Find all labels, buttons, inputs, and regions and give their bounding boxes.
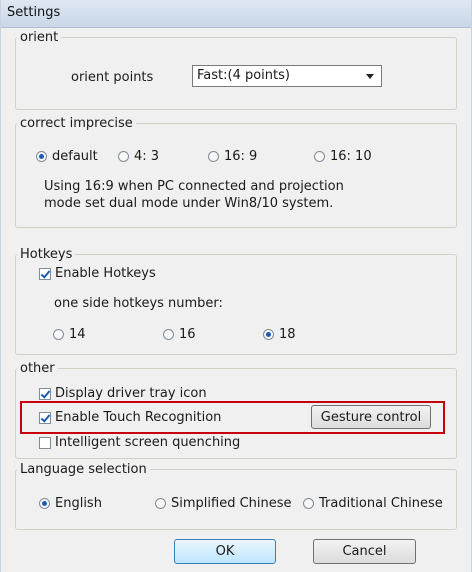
radio-icon — [36, 151, 47, 162]
aspect-radio-16-9[interactable]: 16: 9 — [208, 149, 257, 164]
window-title: Settings — [7, 5, 61, 20]
screen-quenching-checkbox[interactable]: Intelligent screen quenching — [39, 435, 240, 450]
language-radio-english[interactable]: English — [39, 496, 102, 511]
orient-points-label: orient points — [71, 70, 154, 85]
radio-icon — [163, 329, 174, 340]
ok-button[interactable]: OK — [174, 539, 276, 564]
hotkeys-radio-label: 16 — [179, 327, 196, 342]
aspect-radio-label: default — [52, 149, 98, 164]
radio-icon — [118, 151, 129, 162]
other-legend: other — [20, 361, 55, 376]
language-radio-simplified-chinese[interactable]: Simplified Chinese — [155, 496, 292, 511]
touch-recognition-checkbox[interactable]: Enable Touch Recognition — [39, 410, 221, 425]
radio-icon — [208, 151, 219, 162]
checkbox-icon — [39, 267, 51, 280]
tray-icon-checkbox[interactable]: Display driver tray icon — [39, 386, 207, 401]
radio-icon — [39, 498, 50, 509]
checkbox-icon — [39, 436, 51, 449]
screen-quenching-label: Intelligent screen quenching — [55, 435, 241, 450]
hotkeys-radio-label: 14 — [69, 327, 86, 342]
checkbox-icon — [39, 411, 51, 424]
language-radio-label: English — [55, 496, 102, 511]
hotkeys-legend: Hotkeys — [20, 247, 73, 262]
aspect-radio-16-10[interactable]: 16: 10 — [314, 149, 372, 164]
orient-points-value: Fast:(4 points) — [197, 68, 290, 83]
tray-icon-label: Display driver tray icon — [55, 386, 207, 401]
chevron-down-icon — [366, 74, 374, 79]
hotkeys-number-label: one side hotkeys number: — [54, 296, 223, 311]
aspect-radio-label: 4: 3 — [134, 149, 160, 164]
aspect-radio-4-3[interactable]: 4: 3 — [118, 149, 159, 164]
correct-imprecise-group: correct imprecise — [15, 116, 457, 228]
radio-icon — [303, 498, 314, 509]
language-radio-label: Traditional Chinese — [319, 496, 443, 511]
radio-icon — [314, 151, 325, 162]
aspect-note-line1: Using 16:9 when PC connected and project… — [44, 179, 344, 194]
enable-hotkeys-checkbox[interactable]: Enable Hotkeys — [39, 266, 156, 281]
gesture-control-button[interactable]: Gesture control — [311, 405, 431, 429]
language-radio-traditional-chinese[interactable]: Traditional Chinese — [303, 496, 443, 511]
aspect-radio-default[interactable]: default — [36, 149, 98, 164]
checkbox-icon — [39, 387, 51, 400]
hotkeys-radio-label: 18 — [279, 327, 296, 342]
radio-icon — [53, 329, 64, 340]
correct-imprecise-legend: correct imprecise — [20, 116, 133, 131]
hotkeys-radio-18[interactable]: 18 — [263, 327, 296, 342]
aspect-note-line2: mode set dual mode under Win8/10 system. — [44, 196, 334, 211]
radio-icon — [263, 329, 274, 340]
touch-recognition-label: Enable Touch Recognition — [55, 410, 222, 425]
hotkeys-radio-16[interactable]: 16 — [163, 327, 196, 342]
orient-legend: orient — [20, 30, 59, 45]
orient-points-dropdown[interactable]: Fast:(4 points) — [192, 65, 382, 87]
title-bar[interactable]: Settings — [1, 0, 471, 28]
aspect-radio-label: 16: 9 — [224, 149, 258, 164]
enable-hotkeys-label: Enable Hotkeys — [55, 266, 156, 281]
language-legend: Language selection — [20, 462, 147, 477]
radio-icon — [155, 498, 166, 509]
cancel-button[interactable]: Cancel — [313, 539, 416, 564]
language-radio-label: Simplified Chinese — [171, 496, 292, 511]
hotkeys-radio-14[interactable]: 14 — [53, 327, 86, 342]
aspect-radio-label: 16: 10 — [330, 149, 372, 164]
settings-window: Settings orient orient points Fast:(4 po… — [0, 0, 472, 572]
